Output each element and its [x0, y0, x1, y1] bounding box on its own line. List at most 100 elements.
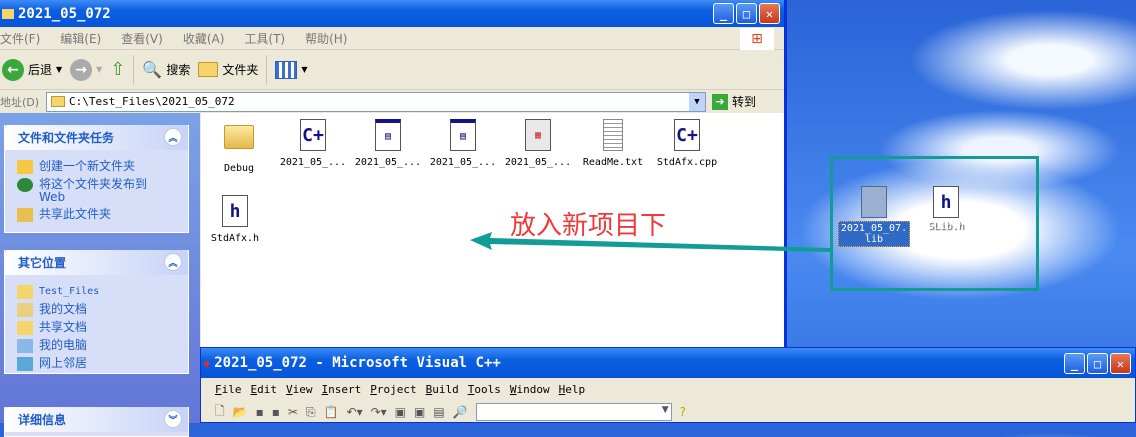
- cpp-file-icon: C+: [674, 119, 700, 151]
- file-item[interactable]: ▤ 2021_05_...: [425, 119, 501, 168]
- back-label: 后退: [28, 63, 53, 77]
- back-button[interactable]: ← 后退 ▼: [2, 58, 62, 81]
- task-new-folder[interactable]: 创建一个新文件夹: [5, 158, 188, 176]
- close-button[interactable]: ✕: [1110, 353, 1131, 374]
- menu-insert[interactable]: Insert: [322, 383, 362, 396]
- file-name: ReadMe.txt: [582, 157, 644, 168]
- desktop-file-lib[interactable]: 2021_05_07.lib: [838, 186, 910, 247]
- views-icon: [275, 60, 298, 79]
- address-input[interactable]: C:\Test_Files\2021_05_072 ▼: [46, 91, 706, 112]
- place-network[interactable]: 网上邻居: [5, 355, 188, 373]
- menu-file[interactable]: 文件(F): [0, 30, 40, 47]
- maximize-button[interactable]: □: [736, 3, 757, 24]
- output-icon[interactable]: ▣: [414, 405, 425, 419]
- folders-button[interactable]: 文件夹: [198, 61, 258, 78]
- menu-tools[interactable]: Tools: [468, 383, 501, 396]
- folder-icon: [17, 321, 33, 335]
- place-test-files[interactable]: Test_Files: [5, 283, 188, 301]
- file-item[interactable]: C+ StdAfx.cpp: [649, 119, 725, 168]
- header-file-icon: h: [933, 186, 959, 218]
- menu-edit[interactable]: 编辑(E): [60, 30, 101, 47]
- menu-window[interactable]: Window: [510, 383, 550, 396]
- vc-title-bar[interactable]: ◆ 2021_05_072 - Microsoft Visual C++ _ □…: [201, 348, 1135, 378]
- views-button[interactable]: ▼: [275, 60, 308, 79]
- find-in-files-icon[interactable]: 🔎: [453, 405, 468, 419]
- up-folder-icon[interactable]: ⇧: [110, 59, 125, 80]
- place-shared-documents[interactable]: 共享文档: [5, 319, 188, 337]
- folder-icon: [17, 285, 33, 299]
- collapse-icon[interactable]: ︽: [164, 128, 182, 146]
- share-folder-icon: [17, 208, 33, 222]
- maximize-button[interactable]: □: [1087, 353, 1108, 374]
- folders-label: 文件夹: [222, 63, 259, 77]
- search-label: 搜索: [166, 63, 191, 77]
- expand-icon[interactable]: ︾: [164, 410, 182, 428]
- menu-favorites[interactable]: 收藏(A): [183, 30, 225, 47]
- go-arrow-icon: ➜: [712, 93, 728, 110]
- minimize-button[interactable]: _: [713, 3, 734, 24]
- workspace-icon[interactable]: ▣: [395, 405, 406, 419]
- file-name: StdAfx.cpp: [656, 157, 718, 168]
- task-publish-web[interactable]: 将这个文件夹发布到 Web: [5, 176, 188, 206]
- file-name: 2021_05_...: [354, 157, 422, 168]
- window-title: 2021_05_072: [18, 5, 111, 22]
- panel-header[interactable]: 其它位置 ︽: [5, 250, 188, 275]
- save-all-icon[interactable]: ▪: [272, 405, 280, 419]
- menu-view[interactable]: 查看(V): [121, 30, 163, 47]
- header-file-icon: h: [222, 195, 248, 227]
- workspace-file-icon: ▤: [375, 119, 401, 151]
- undo-icon[interactable]: ↶▾: [347, 405, 363, 419]
- menu-build[interactable]: Build: [426, 383, 459, 396]
- panel-header[interactable]: 文件和文件夹任务 ︽: [5, 125, 188, 150]
- forward-button[interactable]: → ▼: [70, 58, 102, 81]
- close-button[interactable]: ✕: [759, 3, 780, 24]
- find-combo[interactable]: [475, 403, 672, 421]
- panel-header[interactable]: 详细信息 ︾: [5, 407, 188, 432]
- file-name: StdAfx.h: [210, 233, 260, 244]
- open-icon[interactable]: 📂: [233, 405, 248, 419]
- explorer-title-bar[interactable]: 2021_05_072 _ □ ✕: [0, 0, 784, 27]
- menu-project[interactable]: Project: [370, 383, 416, 396]
- text-file-icon: [603, 119, 623, 151]
- file-item[interactable]: C+ 2021_05_...: [275, 119, 351, 168]
- desktop-file-header[interactable]: h SLib.h: [918, 186, 974, 232]
- visual-cpp-window: ◆ 2021_05_072 - Microsoft Visual C++ _ □…: [200, 347, 1136, 423]
- redo-icon[interactable]: ↷▾: [371, 405, 387, 419]
- file-name: 2021_05_07.lib: [838, 221, 910, 247]
- new-folder-icon: [17, 160, 33, 174]
- address-label: 地址(D): [0, 95, 40, 109]
- new-file-icon[interactable]: 🗋: [215, 402, 225, 423]
- menu-file[interactable]: File: [215, 383, 242, 396]
- place-my-documents[interactable]: 我的文档: [5, 301, 188, 319]
- menu-view[interactable]: View: [286, 383, 313, 396]
- window-list-icon[interactable]: ▤: [433, 405, 444, 419]
- file-item[interactable]: h StdAfx.h: [197, 195, 273, 244]
- separator: [133, 54, 135, 85]
- save-icon[interactable]: ▪: [256, 405, 264, 419]
- task-pane: 文件和文件夹任务 ︽ 创建一个新文件夹 将这个文件夹发布到 Web 共享此文件夹 …: [0, 113, 200, 437]
- file-item[interactable]: ReadMe.txt: [575, 119, 651, 168]
- help-icon[interactable]: ?: [680, 405, 686, 419]
- cut-icon[interactable]: ✂: [288, 405, 298, 419]
- menu-help[interactable]: 帮助(H): [305, 30, 347, 47]
- vc-toolbar: 🗋 📂 ▪ ▪ ✂ ⎘ 📋 ↶▾ ↷▾ ▣ ▣ ▤ 🔎 ?: [201, 401, 1135, 423]
- address-value: C:\Test_Files\2021_05_072: [69, 95, 235, 108]
- menu-tools[interactable]: 工具(T): [244, 30, 285, 47]
- window-title: 2021_05_072 - Microsoft Visual C++: [214, 355, 501, 371]
- minimize-button[interactable]: _: [1064, 353, 1085, 374]
- menu-help[interactable]: Help: [559, 383, 586, 396]
- address-dropdown-button[interactable]: ▼: [689, 92, 705, 111]
- file-item[interactable]: ▤ 2021_05_...: [350, 119, 426, 168]
- menu-edit[interactable]: Edit: [251, 383, 278, 396]
- panel-title: 其它位置: [18, 256, 67, 270]
- file-item[interactable]: ▦ 2021_05_...: [500, 119, 576, 168]
- file-item[interactable]: Debug: [201, 119, 277, 174]
- search-button[interactable]: 🔍 搜索: [142, 60, 190, 79]
- menu-bar: 文件(F) 编辑(E) 查看(V) 收藏(A) 工具(T) 帮助(H) ⊞: [0, 27, 784, 50]
- go-button[interactable]: ➜ 转到: [712, 93, 756, 110]
- copy-icon[interactable]: ⎘: [306, 405, 316, 420]
- place-my-computer[interactable]: 我的电脑: [5, 337, 188, 355]
- task-share-folder[interactable]: 共享此文件夹: [5, 206, 188, 224]
- paste-icon[interactable]: 📋: [324, 405, 339, 419]
- collapse-icon[interactable]: ︽: [164, 253, 182, 271]
